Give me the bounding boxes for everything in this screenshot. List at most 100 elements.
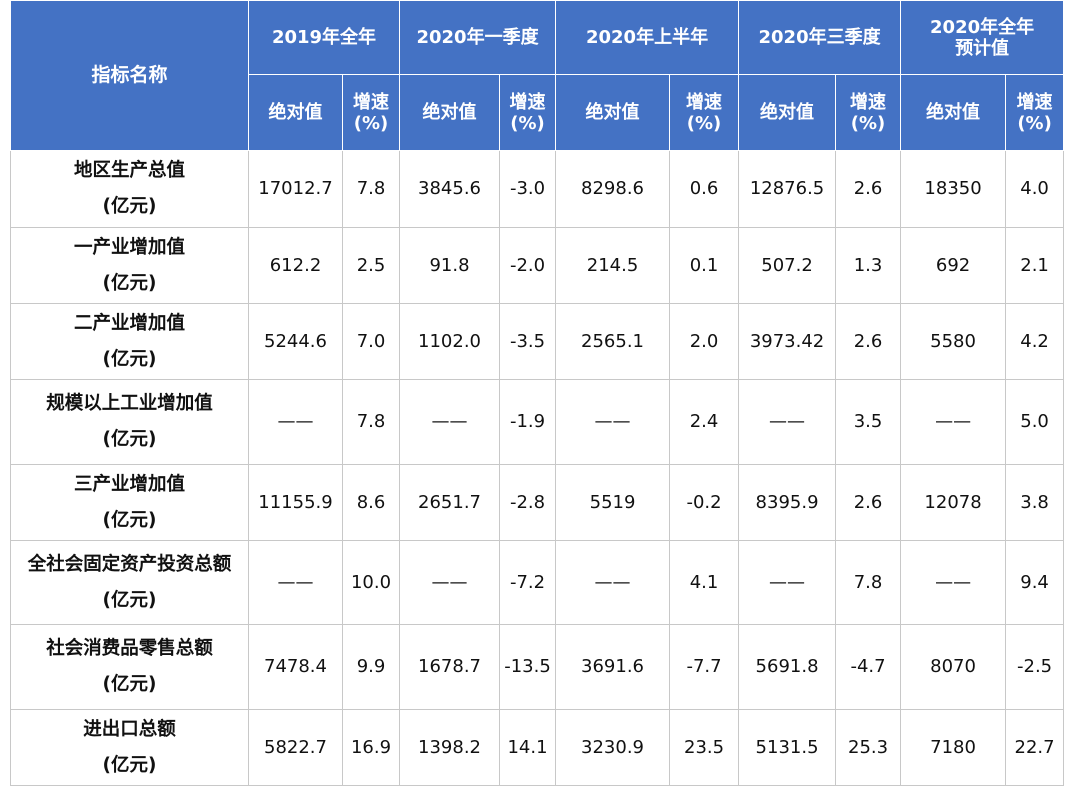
absolute-value-cell: 214.5 (555, 227, 671, 304)
table-row: 社会消费品零售总额 (亿元) 7478.4 9.9 1678.7 -13.5 3691.6-… (10, 624, 1065, 710)
indicator-name: 三产业增加值 (73, 473, 185, 495)
indicator-name: 社会消费品零售总额 (46, 638, 213, 659)
growth-rate-cell: 7.8 (341, 150, 401, 228)
absolute-value-cell: 692 (900, 227, 1007, 304)
growth-rate-header: 增速 (%) (1005, 74, 1065, 151)
absolute-value-cell: 5131.5 (738, 709, 837, 786)
period-header: 2020年上半年 (555, 0, 740, 75)
growth-rate-cell: -7.2 (499, 540, 557, 625)
indicator-unit: (亿元) (102, 589, 157, 611)
indicator-unit: (亿元) (102, 674, 157, 695)
table-row: 二产业增加值 (亿元) 5244.6 7.0 1102.0 -3.5 2565.1 2.0 39… (10, 303, 1065, 380)
growth-rate-cell: -3.0 (499, 150, 557, 228)
absolute-value-cell: —— (399, 379, 501, 465)
table-row: 一产业增加值 (亿元) 612.2 2.5 91.8 -2.0 214.5 0.1 507.2 1… (10, 227, 1065, 304)
table-row: 进出口总额 (亿元) 5822.7 16.9 1398.2 14.1 3230.9 23.5 5… (10, 709, 1065, 786)
growth-rate-cell: -2.0 (499, 227, 557, 304)
growth-rate-header: 增速 (%) (499, 74, 557, 151)
absolute-value-cell: —— (900, 540, 1007, 625)
indicator-name: 全社会固定资产投资总额 (27, 553, 232, 575)
absolute-value-cell: 5519 (555, 464, 671, 541)
indicator-name: 二产业增加值 (73, 312, 185, 334)
period-header: 2020年全年 预计值 (900, 0, 1065, 75)
indicator-name-cell: 地区生产总值 (亿元) (10, 150, 249, 228)
absolute-value-cell: 8298.6 (555, 150, 671, 228)
period-header: 2020年三季度 (738, 0, 902, 75)
growth-rate-cell: -1.9 (499, 379, 557, 465)
indicator-unit: (亿元) (102, 429, 157, 450)
growth-rate-cell: 7.0 (341, 303, 401, 380)
absolute-value-cell: 91.8 (399, 227, 501, 304)
growth-rate-cell: 1.3 (835, 227, 902, 304)
absolute-value-cell: 1398.2 (399, 709, 501, 786)
absolute-value-cell: 2651.7 (399, 464, 501, 541)
table-body: 地区生产总值 (亿元) 17012.7 7.8 3845.6 -3.0 8298.6 0.6 1… (10, 150, 1065, 786)
growth-rate-cell: 5.0 (1005, 379, 1065, 465)
absolute-value-cell: 12876.5 (738, 150, 837, 228)
absolute-value-cell: 1102.0 (399, 303, 501, 380)
absolute-value-cell: 1678.7 (399, 624, 501, 710)
table-row: 三产业增加值 (亿元) 11155.9 8.6 2651.7 -2.8 5519 -0.2 83… (10, 464, 1065, 541)
growth-rate-header: 增速 (%) (669, 74, 740, 151)
growth-rate-header: 增速 (%) (341, 74, 401, 151)
growth-rate-cell: -2.5 (1005, 624, 1065, 710)
growth-rate-cell: -0.2 (669, 464, 740, 541)
absolute-value-cell: —— (738, 379, 837, 465)
indicator-name-cell: 规模以上工业增加值 (亿元) (10, 379, 249, 465)
growth-rate-cell: 4.2 (1005, 303, 1065, 380)
indicator-name-cell: 社会消费品零售总额 (亿元) (10, 624, 249, 710)
growth-rate-cell: 0.6 (669, 150, 740, 228)
indicator-unit: (亿元) (102, 754, 157, 776)
growth-rate-cell: 4.0 (1005, 150, 1065, 228)
absolute-value-header: 绝对值 (248, 74, 343, 151)
absolute-value-cell: 7180 (900, 709, 1007, 786)
growth-rate-cell: 14.1 (499, 709, 557, 786)
header-row-periods: 指标名称 2019年全年 2020年一季度 2020年上半年 2020年三季度 … (10, 0, 1065, 151)
growth-rate-cell: 25.3 (835, 709, 902, 786)
absolute-value-cell: 12078 (900, 464, 1007, 541)
growth-rate-cell: 3.8 (1005, 464, 1065, 541)
indicator-name-cell: 全社会固定资产投资总额 (亿元) (10, 540, 249, 625)
absolute-value-cell: 507.2 (738, 227, 837, 304)
growth-rate-cell: 2.4 (669, 379, 740, 465)
absolute-value-cell: 612.2 (248, 227, 343, 304)
absolute-value-cell: 7478.4 (248, 624, 343, 710)
growth-rate-cell: 2.6 (835, 464, 902, 541)
growth-rate-cell: 2.0 (669, 303, 740, 380)
growth-rate-cell: 8.6 (341, 464, 401, 541)
absolute-value-cell: 3845.6 (399, 150, 501, 228)
growth-rate-header: 增速 (%) (835, 74, 902, 151)
indicator-name: 一产业增加值 (73, 236, 185, 258)
growth-rate-cell: 7.8 (341, 379, 401, 465)
absolute-value-header: 绝对值 (555, 74, 671, 151)
absolute-value-cell: —— (555, 540, 671, 625)
absolute-value-cell: —— (900, 379, 1007, 465)
absolute-value-cell: 5691.8 (738, 624, 837, 710)
absolute-value-cell: 8070 (900, 624, 1007, 710)
indicator-name-cell: 进出口总额 (亿元) (10, 709, 249, 786)
indicator-unit: (亿元) (102, 509, 157, 531)
growth-rate-cell: 9.4 (1005, 540, 1065, 625)
absolute-value-cell: 5580 (900, 303, 1007, 380)
growth-rate-cell: 16.9 (341, 709, 401, 786)
absolute-value-header: 绝对值 (738, 74, 837, 151)
table-row: 规模以上工业增加值 (亿元) —— 7.8 —— -1.9 —— 2.4 —— 3.5 —— 5.0 (10, 379, 1065, 465)
indicator-name-cell: 二产业增加值 (亿元) (10, 303, 249, 380)
indicator-name: 进出口总额 (83, 718, 176, 740)
growth-rate-cell: 2.5 (341, 227, 401, 304)
growth-rate-cell: 2.6 (835, 303, 902, 380)
indicator-unit: (亿元) (102, 348, 157, 370)
indicator-name: 规模以上工业增加值 (46, 393, 213, 414)
growth-rate-cell: 3.5 (835, 379, 902, 465)
absolute-value-cell: —— (248, 379, 343, 465)
growth-rate-cell: -13.5 (499, 624, 557, 710)
indicator-unit: (亿元) (102, 196, 157, 217)
absolute-value-cell: 2565.1 (555, 303, 671, 380)
growth-rate-cell: -7.7 (669, 624, 740, 710)
absolute-value-header: 绝对值 (399, 74, 501, 151)
economic-indicators-table: 指标名称 2019年全年 2020年一季度 2020年上半年 2020年三季度 … (10, 0, 1065, 786)
absolute-value-cell: 5244.6 (248, 303, 343, 380)
growth-rate-cell: -3.5 (499, 303, 557, 380)
absolute-value-cell: 3230.9 (555, 709, 671, 786)
absolute-value-cell: —— (248, 540, 343, 625)
